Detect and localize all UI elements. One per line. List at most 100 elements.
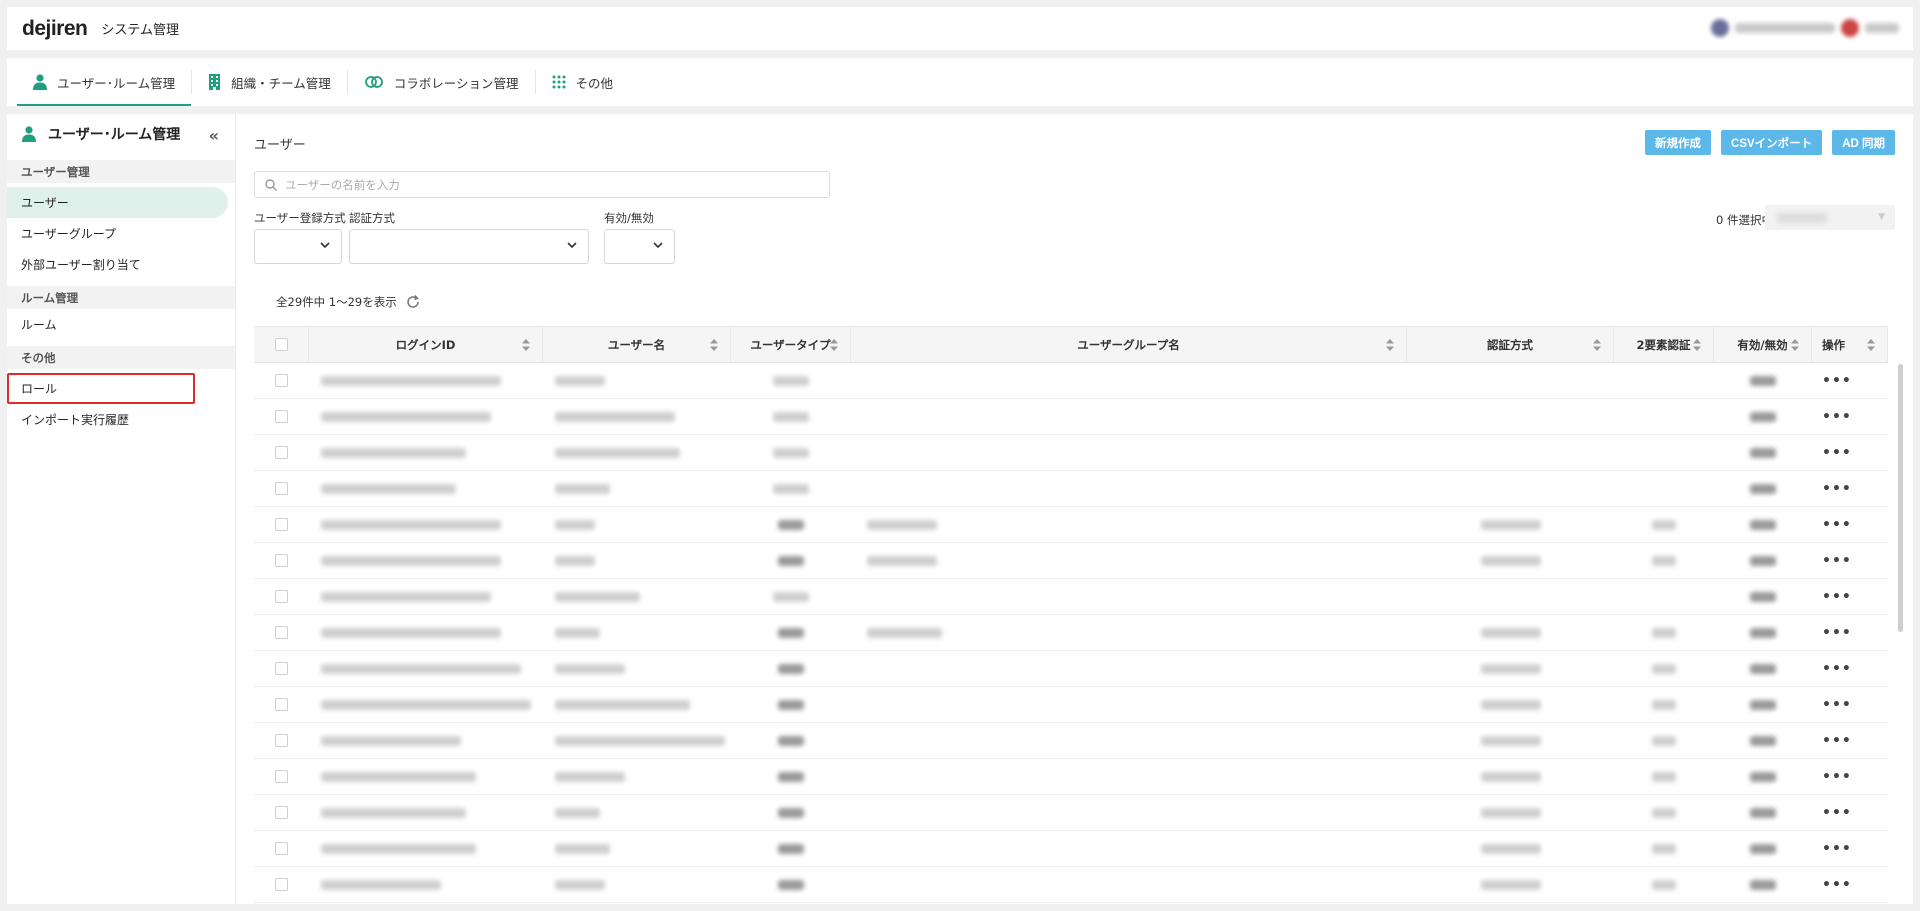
more-actions-icon[interactable]: ••• <box>1822 553 1852 569</box>
row-checkbox[interactable] <box>275 446 288 459</box>
more-actions-icon[interactable]: ••• <box>1822 877 1852 893</box>
more-actions-icon[interactable]: ••• <box>1822 481 1852 497</box>
blurred-text <box>1652 555 1676 566</box>
column-header-user-name[interactable]: ユーザー名 <box>543 327 731 362</box>
sidebar-item-import-history[interactable]: インポート実行履歴 <box>7 404 235 435</box>
more-actions-icon[interactable]: ••• <box>1822 373 1852 389</box>
column-header-group[interactable]: ユーザーグループ名 <box>851 327 1407 362</box>
tab-other[interactable]: その他 <box>536 58 630 106</box>
sort-icon[interactable] <box>1386 339 1394 351</box>
collapse-icon[interactable]: « <box>209 126 219 145</box>
table-row[interactable]: ••• <box>254 687 1888 723</box>
row-checkbox[interactable] <box>275 554 288 567</box>
more-actions-icon[interactable]: ••• <box>1822 697 1852 713</box>
column-header-actions[interactable]: 操作 <box>1812 327 1888 362</box>
sort-icon[interactable] <box>1791 339 1799 351</box>
table-cell <box>543 723 731 758</box>
more-actions-icon[interactable]: ••• <box>1822 733 1852 749</box>
select-all-checkbox[interactable] <box>274 338 288 351</box>
more-actions-icon[interactable]: ••• <box>1822 841 1852 857</box>
row-checkbox[interactable] <box>275 842 288 855</box>
blurred-text <box>555 771 625 782</box>
tab-user-room[interactable]: ユーザー･ルーム管理 <box>17 58 192 106</box>
registration-select[interactable] <box>254 229 342 264</box>
more-actions-icon[interactable]: ••• <box>1822 409 1852 425</box>
tab-organization[interactable]: 組織・チーム管理 <box>192 58 347 106</box>
ad-sync-button[interactable]: AD 同期 <box>1832 130 1895 155</box>
table-cell <box>1714 435 1812 470</box>
more-actions-icon[interactable]: ••• <box>1822 769 1852 785</box>
row-checkbox[interactable] <box>275 878 288 891</box>
table-row[interactable]: ••• <box>254 867 1888 903</box>
table-row[interactable]: ••• <box>254 543 1888 579</box>
csv-import-button[interactable]: CSVインポート <box>1721 130 1823 155</box>
sidebar-item-roles[interactable]: ロール <box>7 373 195 404</box>
table-cell <box>543 363 731 398</box>
row-checkbox[interactable] <box>275 806 288 819</box>
filter-label-registration: ユーザー登録方式 <box>254 211 346 225</box>
sidebar-item-rooms[interactable]: ルーム <box>7 309 235 340</box>
column-header-enabled[interactable]: 有効/無効 <box>1714 327 1812 362</box>
table-row[interactable]: ••• <box>254 435 1888 471</box>
sort-icon[interactable] <box>522 339 530 351</box>
row-checkbox[interactable] <box>275 410 288 423</box>
table-row[interactable]: ••• <box>254 363 1888 399</box>
row-checkbox[interactable] <box>275 770 288 783</box>
column-header-auth[interactable]: 認証方式 <box>1407 327 1614 362</box>
auth-select[interactable] <box>349 229 589 264</box>
table-cell <box>543 399 731 434</box>
table-row[interactable]: ••• <box>254 471 1888 507</box>
table-row[interactable]: ••• <box>254 507 1888 543</box>
table-row[interactable]: ••• <box>254 795 1888 831</box>
sort-icon[interactable] <box>1867 339 1875 351</box>
table-row[interactable]: ••• <box>254 831 1888 867</box>
more-actions-icon[interactable]: ••• <box>1822 589 1852 605</box>
row-checkbox[interactable] <box>275 374 288 387</box>
table-row[interactable]: ••• <box>254 723 1888 759</box>
enabled-select[interactable] <box>604 229 675 264</box>
scrollbar[interactable] <box>1898 364 1903 632</box>
tab-collaboration[interactable]: コラボレーション管理 <box>348 58 535 106</box>
blurred-text <box>1652 519 1676 530</box>
row-checkbox[interactable] <box>275 626 288 639</box>
table-cell <box>543 795 731 830</box>
column-header-user-type[interactable]: ユーザータイプ <box>731 327 851 362</box>
sort-icon[interactable] <box>710 339 718 351</box>
sidebar-item-external-users[interactable]: 外部ユーザー割り当て <box>7 249 235 280</box>
more-actions-icon[interactable]: ••• <box>1822 661 1852 677</box>
table-row[interactable]: ••• <box>254 579 1888 615</box>
more-actions-icon[interactable]: ••• <box>1822 445 1852 461</box>
table-row[interactable]: ••• <box>254 759 1888 795</box>
table-row[interactable]: ••• <box>254 651 1888 687</box>
create-button[interactable]: 新規作成 <box>1645 130 1712 155</box>
row-checkbox[interactable] <box>275 734 288 747</box>
blurred-text <box>555 843 610 854</box>
sort-icon[interactable] <box>1593 339 1601 351</box>
more-actions-icon[interactable]: ••• <box>1822 625 1852 641</box>
table-row[interactable]: ••• <box>254 399 1888 435</box>
row-checkbox[interactable] <box>275 590 288 603</box>
more-actions-icon[interactable]: ••• <box>1822 805 1852 821</box>
table-cell <box>309 759 543 794</box>
refresh-icon[interactable] <box>405 294 421 310</box>
search-input[interactable] <box>285 177 785 192</box>
table-row[interactable]: ••• <box>254 615 1888 651</box>
sort-icon[interactable] <box>1693 339 1701 351</box>
row-checkbox[interactable] <box>275 662 288 675</box>
column-header-login-id[interactable]: ログインID <box>309 327 543 362</box>
sort-icon[interactable] <box>830 339 838 351</box>
user-area[interactable] <box>1711 19 1899 37</box>
sidebar-item-users[interactable]: ユーザー <box>7 187 228 218</box>
table-cell <box>731 543 851 578</box>
row-checkbox[interactable] <box>275 482 288 495</box>
bulk-action-select[interactable]: ▼ <box>1765 205 1895 230</box>
row-checkbox[interactable] <box>275 518 288 531</box>
sidebar-item-user-groups[interactable]: ユーザーグループ <box>7 218 235 249</box>
column-header-2fa[interactable]: 2要素認証 <box>1614 327 1714 362</box>
blurred-text <box>321 591 491 602</box>
row-checkbox[interactable] <box>275 698 288 711</box>
table-cell <box>254 867 309 902</box>
table-body: ••• ••• ••• ••• ••• ••• ••• ••• ••• ••• ••• ••• ••• •… <box>254 363 1888 903</box>
more-actions-icon[interactable]: ••• <box>1822 517 1852 533</box>
search-box[interactable] <box>254 171 830 198</box>
